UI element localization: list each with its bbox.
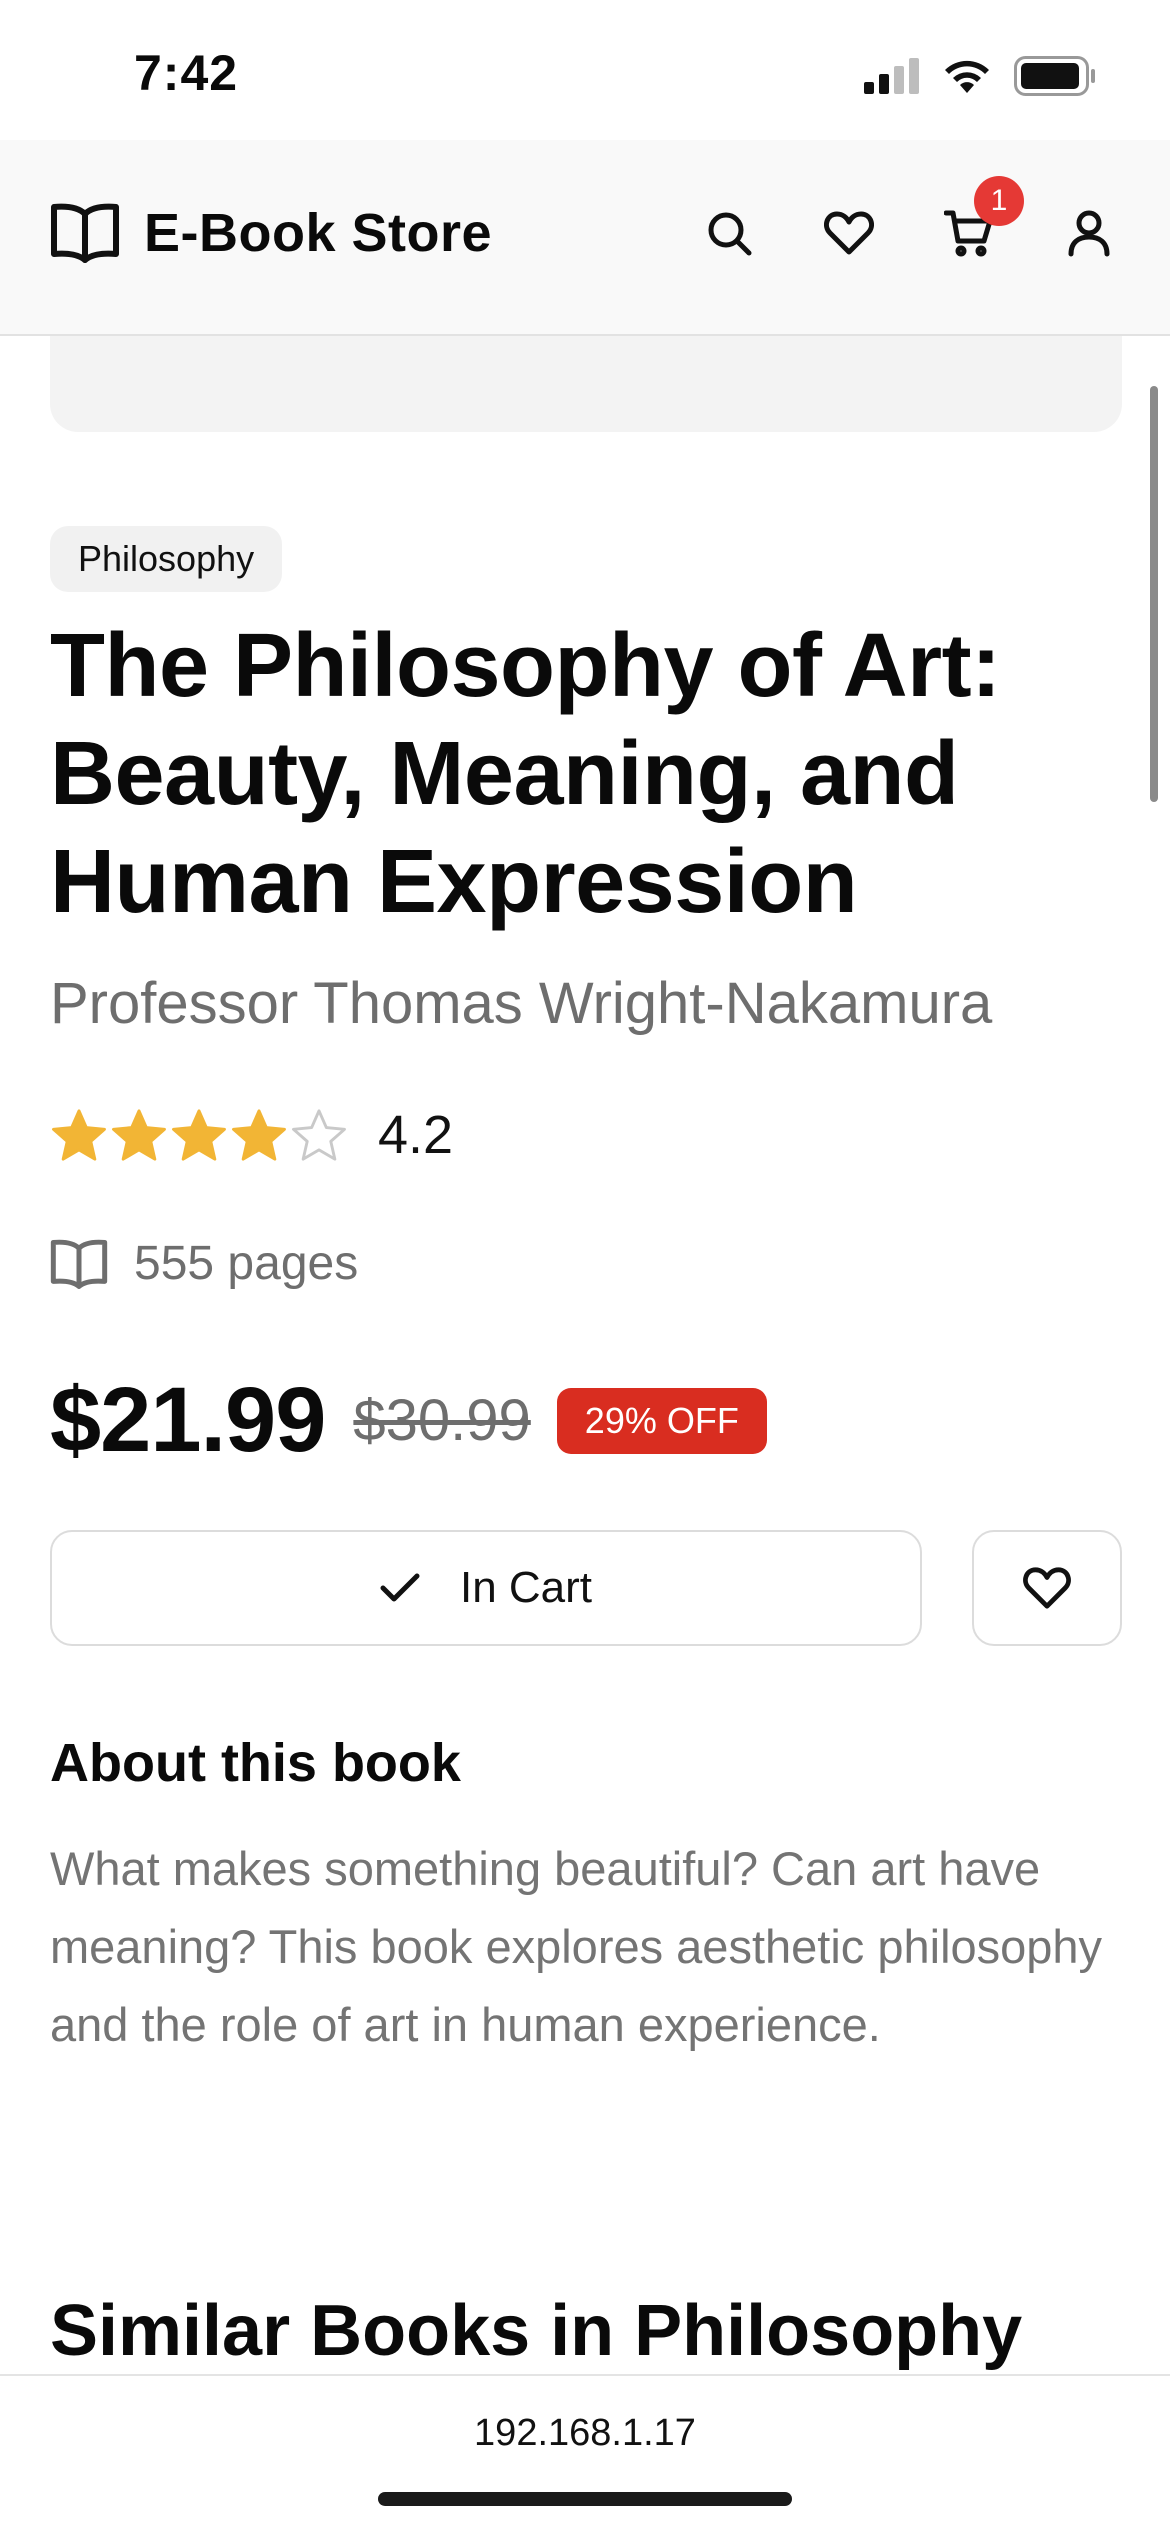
brand-title: E-Book Store: [144, 203, 493, 263]
about-text: What makes something beautiful? Can art …: [50, 1842, 1103, 2051]
account-button[interactable]: [1058, 202, 1120, 264]
status-icons: [864, 56, 1096, 96]
home-indicator[interactable]: [378, 2492, 792, 2506]
about-heading: About this book: [50, 1733, 461, 1793]
book-open-icon: [51, 203, 119, 263]
app-header: E-Book Store 1: [0, 140, 1170, 336]
in-cart-button[interactable]: In Cart: [50, 1530, 922, 1646]
star-filled-icon: [172, 1109, 226, 1161]
user-icon: [1068, 210, 1110, 257]
signal-icon: [864, 58, 919, 94]
similar-books-heading: Similar Books in Philosophy: [50, 2291, 1023, 2371]
heart-icon: [1023, 1567, 1071, 1609]
cart-count-badge: 1: [974, 176, 1024, 226]
star-filled-icon: [52, 1109, 106, 1161]
page-count: 555 pages: [134, 1237, 359, 1290]
pages-row: 555 pages: [50, 1236, 358, 1291]
in-cart-label: In Cart: [459, 1563, 593, 1612]
url-text[interactable]: 192.168.1.17: [0, 2412, 1170, 2455]
search-button[interactable]: [698, 202, 760, 264]
discount-badge: 29% OFF: [556, 1387, 767, 1454]
cart-button[interactable]: 1: [938, 176, 1024, 264]
rating-stars: [50, 1107, 348, 1163]
wishlist-button[interactable]: [972, 1530, 1122, 1646]
book-cover-image: [50, 336, 1122, 432]
star-empty-icon: [292, 1109, 346, 1161]
heart-icon: [824, 211, 874, 255]
battery-icon: [1014, 56, 1095, 96]
book-author[interactable]: Professor Thomas Wright-Nakamura: [50, 970, 992, 1037]
star-filled-icon: [232, 1109, 286, 1161]
brand[interactable]: E-Book Store: [50, 202, 492, 264]
price-row: $21.99 $30.99 29% OFF: [50, 1368, 767, 1473]
category-chip[interactable]: Philosophy: [50, 526, 283, 592]
status-time: 7:42: [134, 45, 239, 101]
search-icon: [708, 212, 752, 256]
browser-url-bar[interactable]: 192.168.1.17: [0, 2374, 1170, 2534]
star-filled-icon: [112, 1109, 166, 1161]
book-open-icon: [50, 1239, 108, 1289]
price-current: $21.99: [50, 1369, 326, 1471]
header-actions: 1: [698, 176, 1120, 264]
wifi-icon: [945, 60, 989, 93]
scrollbar[interactable]: [1150, 386, 1158, 802]
rating-value: 4.2: [378, 1105, 454, 1165]
book-title: The Philosophy of Art: Beauty, Meaning, …: [50, 616, 1001, 932]
rating-row: 4.2: [50, 1104, 453, 1166]
check-icon: [380, 1573, 420, 1602]
status-bar: 7:42: [0, 0, 1170, 140]
price-original: $30.99: [353, 1388, 531, 1453]
wishlist-header-button[interactable]: [818, 202, 880, 264]
